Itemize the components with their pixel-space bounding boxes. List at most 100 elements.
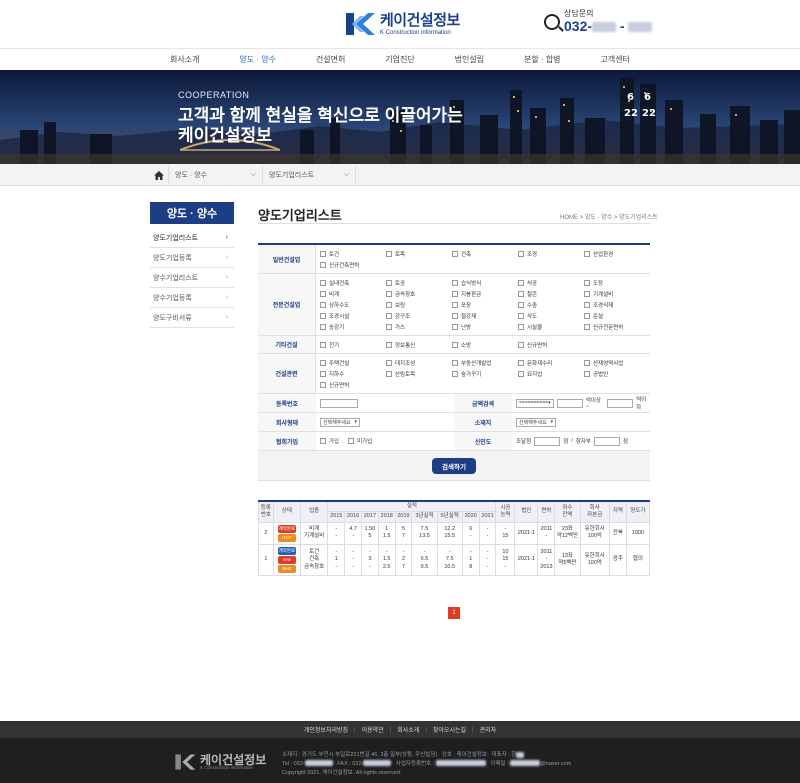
nav-item[interactable]: 기업진단 [385, 54, 414, 70]
pagination-page[interactable]: 1 [448, 607, 460, 619]
amount-max-input[interactable] [607, 398, 634, 408]
footer-nav-link[interactable]: 회사소개 [397, 725, 419, 734]
license-checkbox[interactable]: 조경시설 [320, 310, 386, 321]
license-checkbox[interactable]: 산업환경 [584, 248, 650, 259]
amount-to-label: 억이하 [636, 397, 647, 411]
breadcrumb-select-page[interactable]: 양도기업리스트 ⌵ [262, 166, 356, 184]
license-checkbox[interactable]: 부동산개발업 [452, 357, 518, 368]
license-checkbox[interactable]: 보링 [386, 299, 452, 310]
status-badge: new [277, 556, 296, 565]
footer-nav-separator: | [354, 726, 356, 733]
cell-performance: 1.50 5 [360, 521, 379, 545]
license-checkbox[interactable]: 주택건설 [320, 357, 386, 368]
license-checkbox[interactable]: 소방 [452, 339, 518, 350]
license-checkbox[interactable]: 난방 [452, 321, 518, 332]
amount-min-input[interactable] [556, 398, 583, 408]
nav-item[interactable]: 건설면허 [316, 54, 345, 70]
license-checkbox[interactable]: 상하수도 [320, 299, 386, 310]
license-checkbox[interactable]: 철강재 [452, 310, 518, 321]
license-checkbox[interactable]: 강구조 [386, 310, 452, 321]
license-checkbox[interactable]: 습식방식 [452, 277, 518, 288]
license-checkbox[interactable]: 토공 [386, 277, 452, 288]
credit-sub-input[interactable] [593, 436, 620, 446]
sidebar-item[interactable]: 양수기업리스트 › [150, 268, 234, 288]
footer-nav-link[interactable]: 개인정보처리방침 [304, 725, 348, 734]
nav-item[interactable]: 분할 · 합병 [524, 54, 561, 70]
license-checkbox[interactable]: 정보통신 [386, 339, 452, 350]
status-badge: 계약완료 [277, 546, 296, 556]
footer-nav-link[interactable]: 이용약관 [362, 725, 384, 734]
license-checkbox[interactable]: 대지조성 [386, 357, 452, 368]
company-type-select[interactable]: 선택해주세요 ▾ [320, 417, 360, 427]
sidebar-item[interactable]: 양도기업리스트 › [150, 228, 234, 248]
year-header: 2017 [360, 511, 379, 523]
home-icon[interactable] [150, 166, 168, 184]
license-checkbox[interactable]: 지하수 [320, 368, 386, 379]
cell-performance: 1 1.5 [377, 521, 396, 545]
breadcrumb-select-section[interactable]: 양도 · 양수 ⌵ [168, 166, 262, 184]
location-select[interactable]: 선택해주세요 ▾ [516, 417, 556, 427]
footer-nav-link[interactable]: 관리자 [480, 725, 497, 734]
license-checkbox[interactable]: 조경식재 [584, 299, 650, 310]
k-logo-icon [344, 10, 376, 38]
footer-logo: 케이건설정보 K Construction information [174, 752, 266, 772]
license-checkbox[interactable]: 신규전문면허 [584, 321, 650, 332]
col-header: 회사 자본금 [579, 500, 610, 523]
license-checkbox[interactable]: 공법인 [584, 368, 650, 379]
license-checkbox[interactable]: 철콘 [518, 288, 584, 299]
license-checkbox[interactable]: 포장 [452, 299, 518, 310]
license-checkbox[interactable]: 신규면허 [320, 379, 386, 390]
credit-add-input[interactable] [534, 436, 561, 446]
license-category-row: 기타건설 전기 정보통신 소방 신규면허 [258, 336, 650, 354]
footer-nav-link[interactable]: 찾아오시는길 [433, 725, 466, 734]
assoc-no-checkbox[interactable]: 미가입 [348, 436, 372, 447]
nav-item[interactable]: 회사소개 [170, 54, 199, 70]
license-checkbox[interactable]: 비계 [320, 288, 386, 299]
license-checkbox[interactable]: 기계설비 [584, 288, 650, 299]
sidebar-item[interactable]: 양수기업등록 › [150, 288, 234, 308]
assoc-yes-checkbox[interactable]: 가입 [320, 436, 339, 447]
license-checkbox[interactable]: 실내건축 [320, 277, 386, 288]
chevron-right-icon: › [225, 274, 228, 281]
license-checkbox[interactable]: 건축 [452, 248, 518, 259]
search-button[interactable]: 검색하기 [432, 457, 476, 474]
license-checkbox[interactable]: 전기 [320, 339, 386, 350]
amount-select[interactable]: ========== ▾ [516, 398, 554, 408]
license-checkbox[interactable]: 신규면허 [518, 339, 584, 350]
license-checkbox[interactable]: 준설 [584, 310, 650, 321]
license-checkbox[interactable]: 지붕판금 [452, 288, 518, 299]
license-checkbox[interactable]: 가스 [386, 321, 452, 332]
license-checkbox[interactable]: 도장 [584, 277, 650, 288]
table-row[interactable]: 2 계약완료 HOT 비계 기계설비 - -4.7-1.50 5 1 1.5 5 7 7.5 13.5 12… [258, 521, 651, 545]
cell-corp: 2021-1 [514, 543, 539, 577]
cell-type: 비계 기계설비 [300, 521, 329, 545]
license-checkbox[interactable]: 토목 [386, 248, 452, 259]
sidebar-item[interactable]: 양도기업등록 › [150, 248, 234, 268]
license-checkbox[interactable]: 문화재수리 [518, 357, 584, 368]
sidebar-item[interactable]: 양도구비서류 › [150, 308, 234, 328]
svg-text:22: 22 [624, 108, 638, 119]
license-checkbox[interactable]: 삭도 [518, 310, 584, 321]
site-logo[interactable]: 케이건설정보 K Construction information [344, 8, 466, 40]
table-row[interactable]: 1 계약완료 new Best 토건 건축 금속창호 -1- - - - -3- -1.5 2.5-2 7-… [258, 543, 651, 577]
license-checkbox[interactable]: 숲가꾸기 [452, 368, 518, 379]
cell-price: 1000 [625, 521, 651, 545]
license-checkbox[interactable]: 신규건축면허 [320, 259, 386, 270]
nav-item[interactable]: 법인설립 [455, 54, 484, 70]
license-checkbox[interactable]: 산재영역사업 [584, 357, 650, 368]
license-checkbox[interactable]: 조경 [518, 248, 584, 259]
license-checkbox[interactable]: 금속창호 [386, 288, 452, 299]
license-checkbox[interactable]: 석공 [518, 277, 584, 288]
amount-label: 금액검색 [454, 394, 512, 412]
nav-item[interactable]: 고객센터 [600, 54, 629, 70]
license-checkbox[interactable]: 묘지업 [518, 368, 584, 379]
nav-item[interactable]: 양도 · 양수 [239, 54, 276, 70]
reg-no-input[interactable] [320, 398, 358, 408]
license-checkbox[interactable]: 토건 [320, 248, 386, 259]
license-checkbox[interactable]: 시설물 [518, 321, 584, 332]
license-checkbox[interactable]: 승강기 [320, 321, 386, 332]
license-checkbox[interactable]: 산림토목 [386, 368, 452, 379]
footer-nav: 개인정보처리방침 | 이용약관 | 회사소개 | 찾아오시는길 | 관리자 [0, 721, 800, 738]
sidebar-item-label: 양도기업리스트 [153, 234, 199, 242]
license-checkbox[interactable]: 수중 [518, 299, 584, 310]
